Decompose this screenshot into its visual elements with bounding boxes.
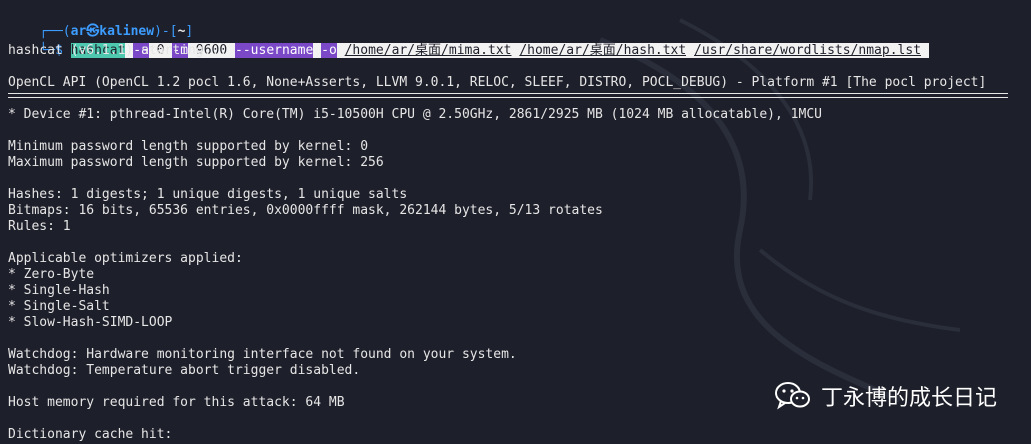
cmd-username: --username: [235, 43, 314, 58]
output-watchdog-2: Watchdog: Temperature abort trigger disa…: [8, 363, 361, 378]
output-bitmaps: Bitmaps: 16 bits, 65536 entries, 0x0000f…: [8, 203, 603, 218]
output-opencl: OpenCL API (OpenCL 1.2 pocl 1.6, None+As…: [8, 75, 987, 90]
wechat-icon: [774, 382, 810, 410]
output-max-pw: Maximum password length supported by ker…: [8, 155, 384, 170]
output-opt-3: * Single-Salt: [8, 299, 110, 314]
cmd-out-path: /home/ar/桌面/mima.txt: [344, 43, 512, 58]
watermark-text: 丁永博的成长日记: [820, 386, 997, 411]
output-memory: Host memory required for this attack: 64…: [8, 395, 345, 410]
output-min-pw: Minimum password length supported by ker…: [8, 139, 369, 154]
output-opt-2: * Single-Hash: [8, 283, 110, 298]
output-opt-4: * Slow-Hash-SIMD-LOOP: [8, 315, 173, 330]
cmd-hash-path: /home/ar/桌面/hash.txt: [519, 43, 687, 58]
output-dict: Dictionary cache hit:: [8, 427, 173, 442]
cmd-wordlist: /usr/share/wordlists/nmap.lst: [694, 43, 922, 58]
prompt-line-1: ┌──(ar㉿kalinew)-[~]: [39, 24, 194, 39]
wechat-watermark: 丁永博的成长日记: [774, 380, 997, 412]
output-starting: hashcat (v6.1.1) starting...: [8, 43, 228, 58]
command-line[interactable]: └─$ hashcat -a 0 -m 9600 --username -o /…: [8, 27, 929, 58]
cmd-o-flag: -o: [321, 43, 337, 58]
output-watchdog-1: Watchdog: Hardware monitoring interface …: [8, 347, 517, 362]
output-optimizers: Applicable optimizers applied:: [8, 251, 243, 266]
divider: [8, 93, 1008, 98]
output-rules: Rules: 1: [8, 219, 71, 234]
output-opt-1: * Zero-Byte: [8, 267, 95, 282]
output-hashes: Hashes: 1 digests; 1 unique digests, 1 u…: [8, 187, 408, 202]
output-device: * Device #1: pthread-Intel(R) Core(TM) i…: [8, 107, 822, 122]
terminal-window[interactable]: ┌──(ar㉿kalinew)-[~] └─$ hashcat -a 0 -m …: [0, 0, 1031, 444]
